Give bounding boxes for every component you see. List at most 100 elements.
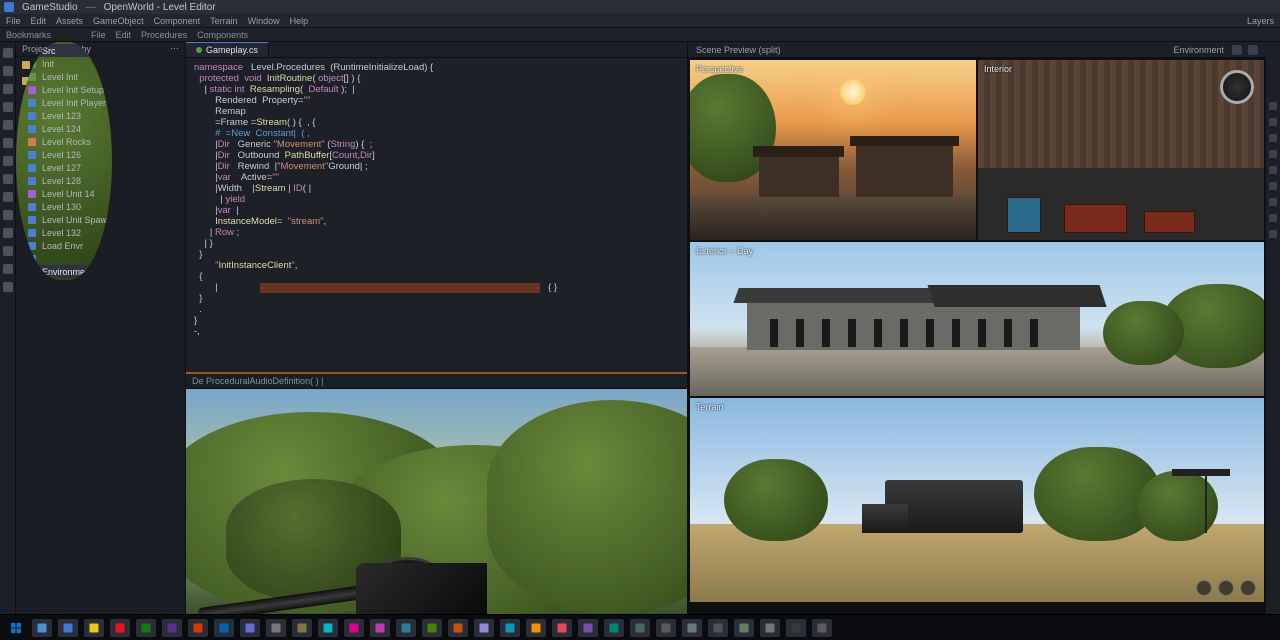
dock-icon[interactable]	[1269, 230, 1277, 238]
scm-icon[interactable]	[3, 84, 13, 94]
nav-icon[interactable]	[3, 228, 13, 238]
dock-icon[interactable]	[1269, 166, 1277, 174]
viewport-light-icon[interactable]	[1218, 580, 1234, 596]
taskbar-calc-icon[interactable]	[630, 619, 650, 637]
menu-edit[interactable]: Edit	[31, 16, 47, 26]
file-tree[interactable]: SrcInitLevel InitLevel Init SetupLevel I…	[16, 42, 112, 280]
ai-icon[interactable]	[3, 210, 13, 220]
taskbar-firefox-icon[interactable]	[422, 619, 442, 637]
tree-item[interactable]: Level Init	[16, 70, 112, 83]
tree-item[interactable]: Level Rocks	[16, 135, 112, 148]
taskbar-obs-icon[interactable]	[500, 619, 520, 637]
build-icon[interactable]	[3, 138, 13, 148]
viewport-terrain[interactable]: Terrain	[690, 398, 1264, 602]
dock-icon[interactable]	[1269, 214, 1277, 222]
tree-item[interactable]: Level Unit 14	[16, 187, 112, 200]
viewport-first-person[interactable]: RIOVTUABE	[186, 388, 687, 614]
taskbar-slack-icon[interactable]	[734, 619, 754, 637]
tb2-edit[interactable]: Edit	[116, 30, 132, 40]
audio-icon[interactable]	[3, 192, 13, 202]
taskbar-spotify-icon[interactable]	[552, 619, 572, 637]
dock-icon[interactable]	[1269, 134, 1277, 142]
tb2-file[interactable]: File	[91, 30, 106, 40]
tree-item[interactable]: Level 127	[16, 161, 112, 174]
viewport-camera-icon[interactable]	[1196, 580, 1212, 596]
tree-item[interactable]: Level Init Setup	[16, 83, 112, 96]
taskbar-vlc-icon[interactable]	[526, 619, 546, 637]
taskbar-node-icon[interactable]	[786, 619, 806, 637]
tab-gameplay[interactable]: Gameplay.cs	[186, 42, 269, 57]
tree-item[interactable]: Level 123	[16, 109, 112, 122]
tb2-components[interactable]: Components	[197, 30, 248, 40]
taskbar-search-icon[interactable]	[32, 619, 52, 637]
menu-file[interactable]: File	[6, 16, 21, 26]
taskbar-discord-icon[interactable]	[370, 619, 390, 637]
extensions-icon[interactable]	[3, 120, 13, 130]
taskbar-windows-icon[interactable]	[6, 619, 26, 637]
taskbar-ue-icon[interactable]	[318, 619, 338, 637]
taskbar-teams-icon[interactable]	[708, 619, 728, 637]
tree-item[interactable]: Level 126	[16, 148, 112, 161]
taskbar-chrome-icon[interactable]	[396, 619, 416, 637]
taskbar-steam-icon[interactable]	[344, 619, 364, 637]
dock-icon[interactable]	[1269, 150, 1277, 158]
taskbar-cortana-icon[interactable]	[58, 619, 78, 637]
menu-layers[interactable]: Layers	[1247, 16, 1274, 26]
taskbar-blender-icon[interactable]	[474, 619, 494, 637]
taskbar-notepad-icon[interactable]	[656, 619, 676, 637]
tree-item[interactable]: Environment	[16, 265, 112, 278]
menu-gameobject[interactable]: GameObject	[93, 16, 144, 26]
terrain-icon[interactable]	[3, 156, 13, 166]
viewport-settings-icon[interactable]	[1240, 580, 1256, 596]
tree-item[interactable]: Level Init Player	[16, 96, 112, 109]
taskbar-ppt-icon[interactable]	[240, 619, 260, 637]
menu-component[interactable]: Component	[154, 16, 201, 26]
menu-terrain[interactable]: Terrain	[210, 16, 238, 26]
taskbar-docker-icon[interactable]	[812, 619, 832, 637]
taskbar-word-icon[interactable]	[188, 619, 208, 637]
tb2-bookmarks[interactable]: Bookmarks	[6, 30, 51, 40]
taskbar-unity-icon[interactable]	[292, 619, 312, 637]
taskbar-explorer-icon[interactable]	[84, 619, 104, 637]
taskbar-edge-icon[interactable]	[110, 619, 130, 637]
dock-icon[interactable]	[1269, 102, 1277, 110]
tree-item[interactable]: Level 124	[16, 122, 112, 135]
dock-icon[interactable]	[1269, 182, 1277, 190]
preview-tool-refresh-icon[interactable]	[1232, 45, 1242, 55]
physics-icon[interactable]	[3, 246, 13, 256]
explorer-icon[interactable]	[3, 48, 13, 58]
taskbar-excel-icon[interactable]	[214, 619, 234, 637]
lighting-icon[interactable]	[3, 174, 13, 184]
taskbar-git-icon[interactable]	[760, 619, 780, 637]
preview-tool-settings-icon[interactable]	[1248, 45, 1258, 55]
tree-item[interactable]	[16, 252, 112, 265]
code-editor[interactable]: namespace Level.Procedures (RuntimeIniti…	[186, 58, 687, 374]
menu-window[interactable]: Window	[248, 16, 280, 26]
viewport-perspective[interactable]: Perspective	[690, 60, 976, 240]
net-icon[interactable]	[3, 264, 13, 274]
tree-item[interactable]: Level Unit Spawn	[16, 213, 112, 226]
dock-icon[interactable]	[1269, 198, 1277, 206]
windows-taskbar[interactable]	[0, 614, 1280, 640]
side-panel-more-icon[interactable]: ⋯	[170, 43, 179, 54]
tree-item[interactable]: Level 132	[16, 226, 112, 239]
tree-item[interactable]: Load Envr	[16, 239, 112, 252]
debug-icon[interactable]	[3, 102, 13, 112]
search-icon[interactable]	[3, 66, 13, 76]
profiler-icon[interactable]	[3, 282, 13, 292]
taskbar-photoshop-icon[interactable]	[448, 619, 468, 637]
taskbar-terminal-icon[interactable]	[578, 619, 598, 637]
taskbar-snip-icon[interactable]	[682, 619, 702, 637]
viewport-interior[interactable]: Interior	[978, 60, 1264, 240]
taskbar-store-icon[interactable]	[136, 619, 156, 637]
tb2-procedures[interactable]: Procedures	[141, 30, 187, 40]
taskbar-mail-icon[interactable]	[162, 619, 182, 637]
tree-item[interactable]: Level 130	[16, 200, 112, 213]
dock-icon[interactable]	[1269, 118, 1277, 126]
menu-assets[interactable]: Assets	[56, 16, 83, 26]
taskbar-settings-icon[interactable]	[604, 619, 624, 637]
menu-help[interactable]: Help	[290, 16, 309, 26]
taskbar-vs-icon[interactable]	[266, 619, 286, 637]
viewport-exterior-day[interactable]: Exterior – Day	[690, 242, 1264, 396]
tree-item[interactable]: Level 128	[16, 174, 112, 187]
